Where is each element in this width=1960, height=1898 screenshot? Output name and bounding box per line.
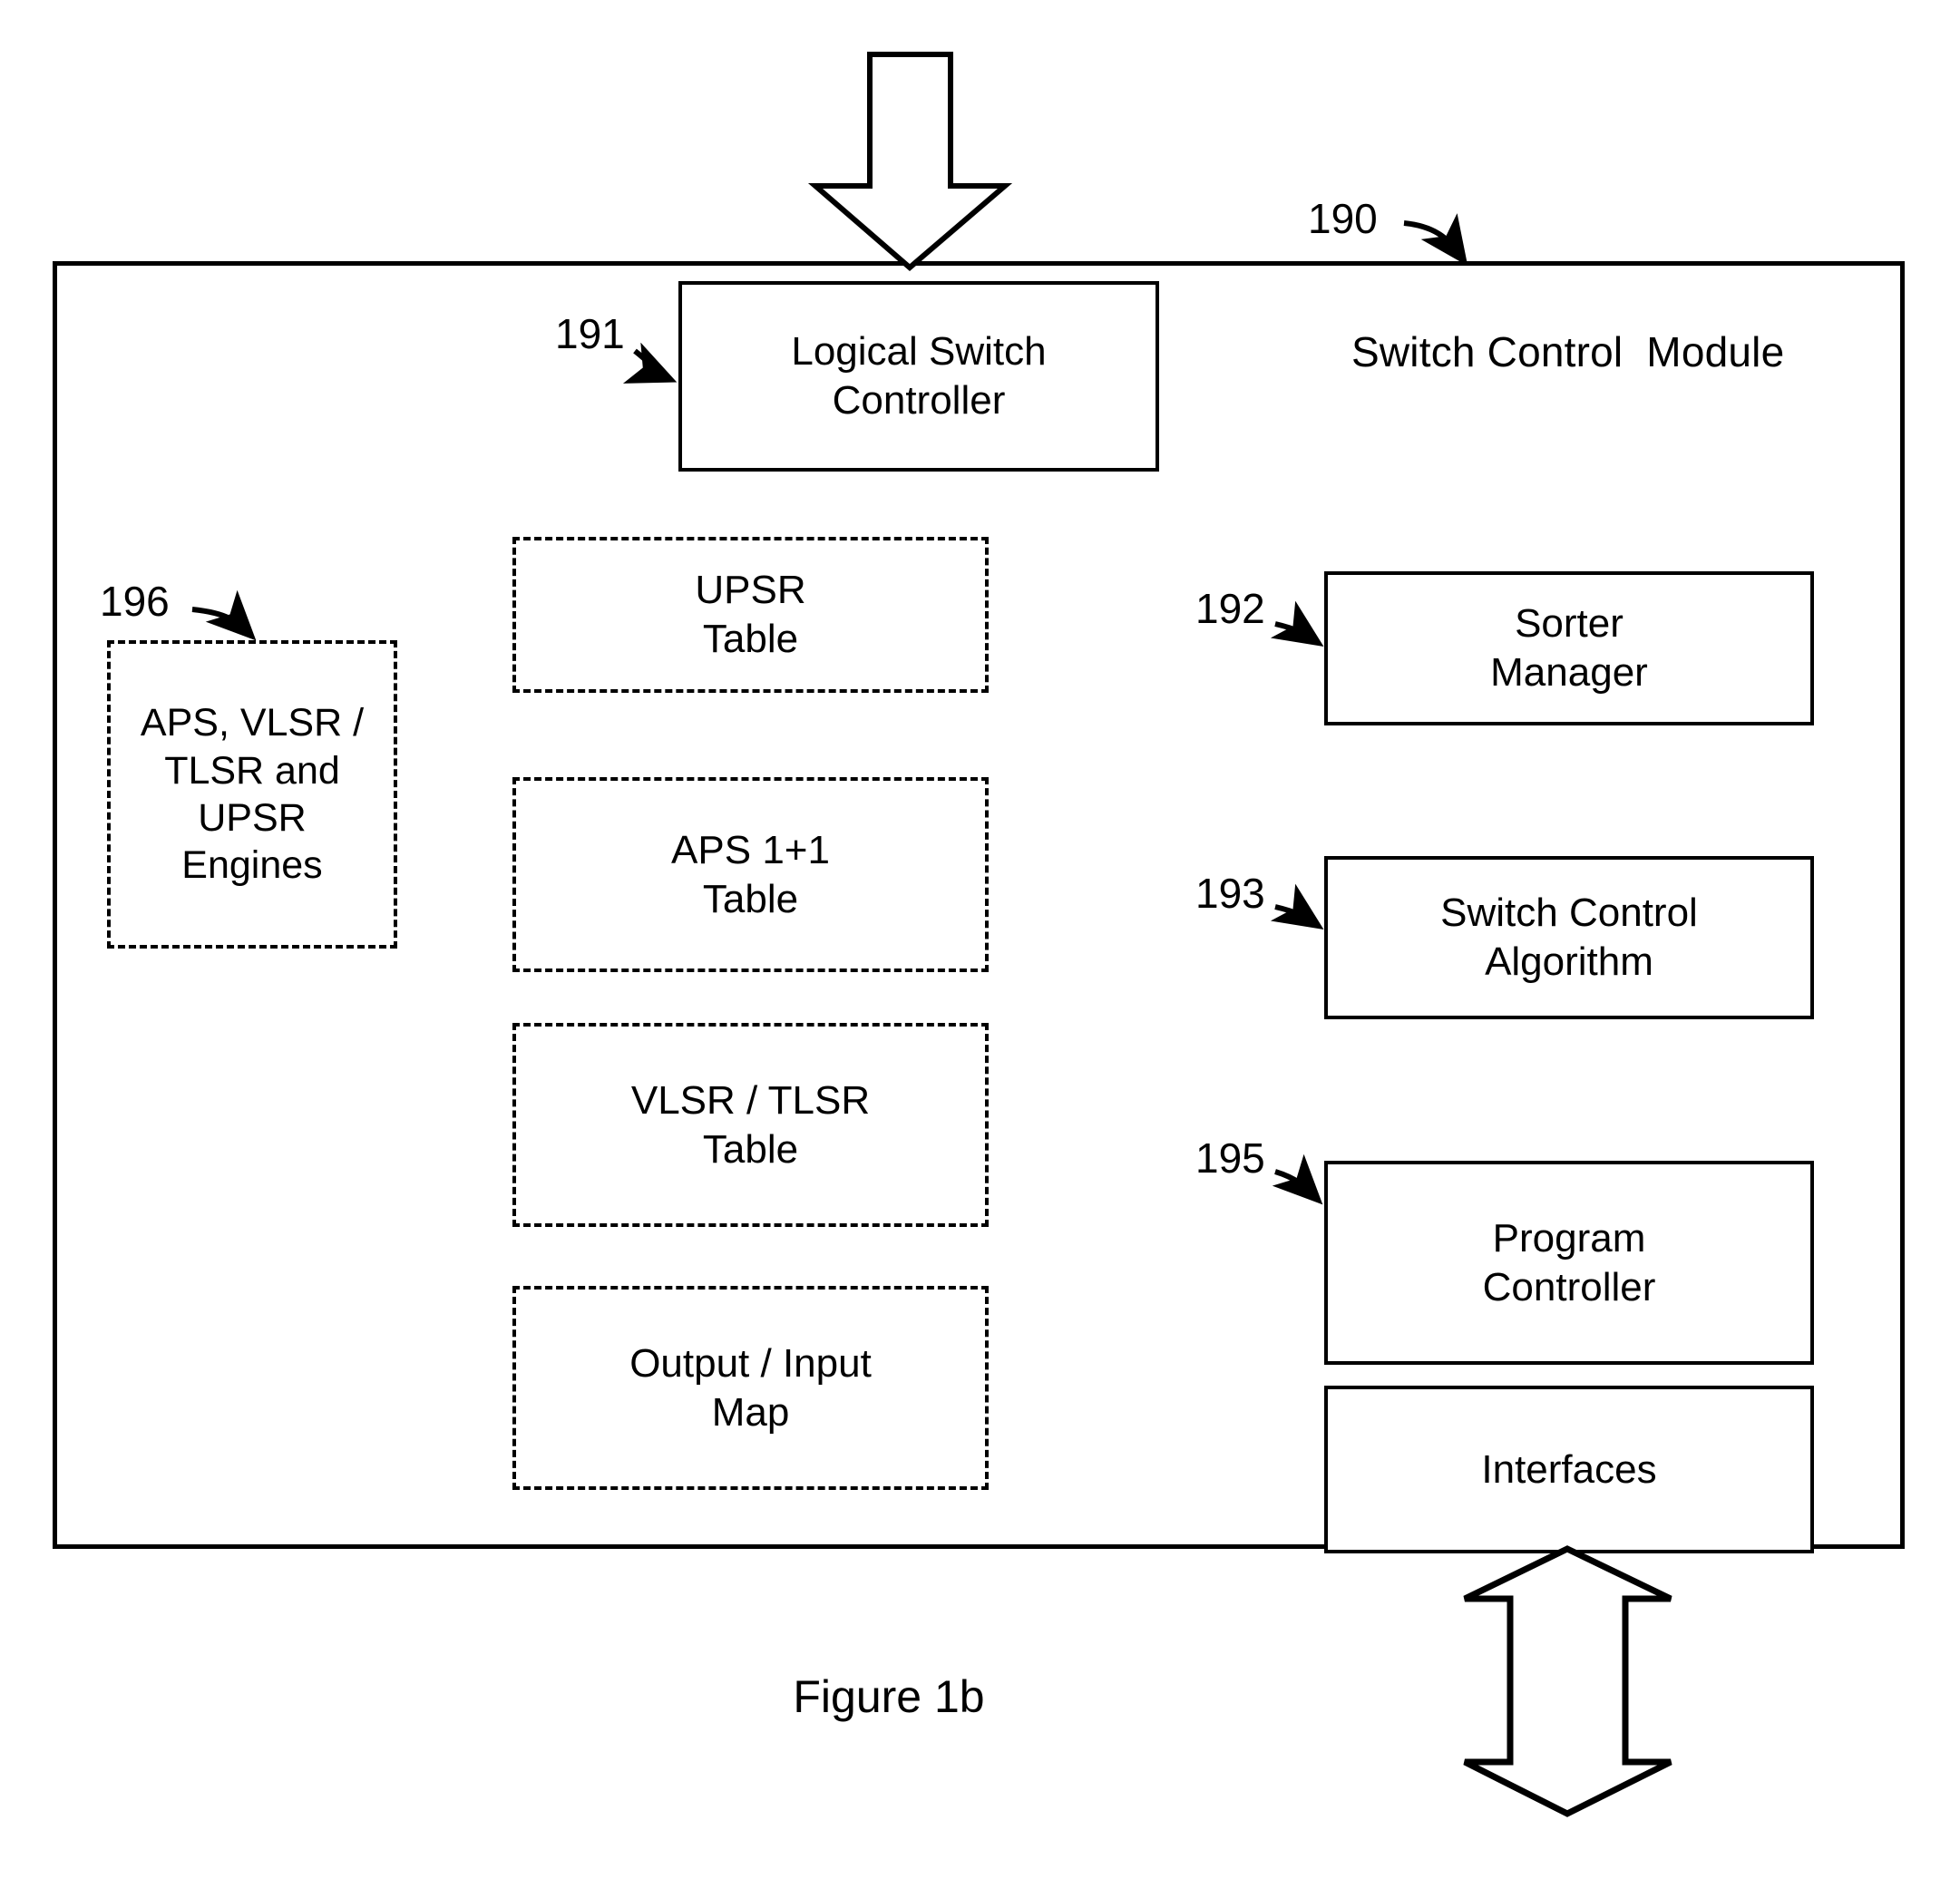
reference-numeral-190: 190 — [1308, 195, 1378, 242]
block-label: Output / Input Map — [629, 1340, 872, 1435]
reference-numeral-191: 191 — [555, 310, 625, 357]
figure-caption: Figure 1b — [793, 1671, 985, 1722]
reference-numeral-193: 193 — [1195, 870, 1265, 917]
block-label: APS, VLSR / TLSR and UPSR Engines — [140, 701, 365, 888]
block-label: Logical Switch Controller — [791, 329, 1047, 423]
block-label: Switch Control Algorithm — [1440, 891, 1698, 984]
block-label: UPSR Table — [695, 568, 806, 661]
block-label: VLSR / TLSR Table — [630, 1077, 871, 1172]
reference-numeral-196: 196 — [100, 578, 170, 625]
block-label: Program Controller — [1482, 1215, 1656, 1309]
down-arrow-into-module — [807, 52, 1013, 271]
leader-line-190 — [1403, 213, 1468, 267]
block-vlsr-tlsr-table: VLSR / TLSR Table — [512, 1023, 989, 1227]
block-logical-switch-controller: Logical Switch Controller — [678, 281, 1159, 472]
module-title: Switch Control Module — [1351, 328, 1785, 375]
block-program-controller: Program Controller — [1324, 1161, 1814, 1365]
block-label: Sorter Manager — [1490, 601, 1648, 695]
block-upsr-table: UPSR Table — [512, 537, 989, 693]
block-interfaces: Interfaces — [1324, 1386, 1814, 1553]
block-switch-control-algorithm: Switch Control Algorithm — [1324, 856, 1814, 1019]
block-label: Interfaces — [1481, 1446, 1657, 1492]
block-label: APS 1+1 Table — [671, 827, 830, 921]
block-aps-1plus1-table: APS 1+1 Table — [512, 777, 989, 972]
block-output-input-map: Output / Input Map — [512, 1286, 989, 1490]
patent-figure-1b: Switch Control Module 190 191 192 193 19… — [0, 0, 1960, 1898]
block-sorter-manager: Sorter Manager — [1324, 571, 1814, 725]
block-aps-vlsr-tlsr-upsr-engines: APS, VLSR / TLSR and UPSR Engines — [107, 640, 397, 949]
reference-numeral-195: 195 — [1195, 1134, 1265, 1182]
reference-numeral-192: 192 — [1195, 585, 1265, 632]
